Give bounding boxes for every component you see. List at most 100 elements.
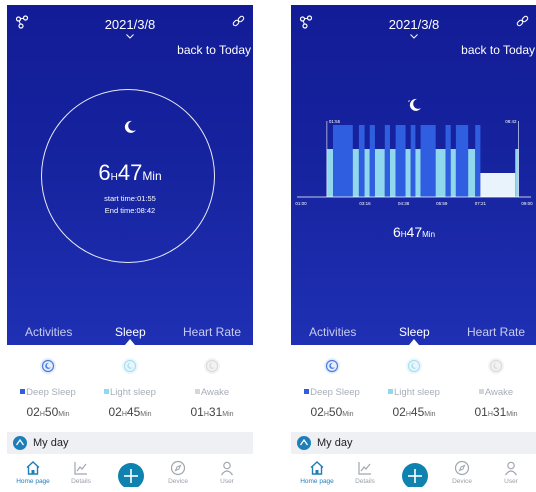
section-tabs: Activities Sleep Heart Rate — [7, 319, 253, 345]
plus-icon — [124, 469, 138, 483]
duration-hours-unit: H — [110, 172, 118, 183]
deep-sleep-label: Deep Sleep — [7, 387, 89, 398]
nav-device[interactable]: Device — [442, 454, 482, 487]
sleep-duration: 6H47Min — [7, 160, 253, 186]
awake-label: Awake — [455, 387, 536, 398]
start-time-label: start time:01:55 — [104, 194, 156, 203]
sleep-stats: Deep Sleep 02H50Min Light sleep 02H45Min… — [291, 345, 536, 429]
duration-minutes: 47 — [117, 160, 143, 185]
sleep-bar-deep — [369, 125, 375, 197]
deep-sleep-value: 02H50Min — [7, 403, 89, 421]
light-sleep-label: Light sleep — [373, 387, 455, 398]
light-sleep-minutes: 45 — [126, 405, 141, 419]
phone-screen-chart-view: 2021/3/8 back to Today z 01:55 08:42 01:00… — [291, 5, 536, 487]
deep-sleep-swatch — [304, 389, 310, 394]
add-button[interactable] — [118, 463, 144, 487]
awake-swatch — [478, 389, 484, 394]
tab-activities[interactable]: Activities — [25, 325, 72, 339]
sleep-bar-awake — [480, 173, 516, 197]
duration-hours: 6 — [392, 224, 401, 240]
awake-label: Awake — [171, 387, 253, 398]
awake-minutes-unit: Min — [506, 411, 518, 418]
sleep-bar-light — [352, 149, 359, 197]
add-button[interactable] — [402, 463, 428, 487]
user-icon — [505, 461, 517, 476]
nav-home[interactable]: Home page — [13, 454, 53, 487]
sleep-bar-light — [326, 149, 334, 197]
tab-heart-rate[interactable]: Heart Rate — [183, 325, 241, 339]
light-sleep-swatch — [104, 389, 110, 394]
date-selector[interactable]: 2021/3/8 — [291, 17, 536, 32]
sleep-bar-deep — [410, 125, 416, 197]
light-sleep-label-text: Light sleep — [394, 387, 440, 398]
sleep-stage-chart: 01:55 08:42 01:00 03:16 04:38 05:59 07:21 09:00 — [295, 119, 533, 206]
deep-sleep-hours: 02 — [26, 405, 40, 419]
my-day-icon — [297, 436, 311, 450]
chevron-down-icon[interactable] — [126, 34, 134, 39]
light-sleep-minutes: 45 — [410, 405, 425, 419]
awake-minutes: 31 — [492, 405, 507, 419]
link-icon[interactable] — [232, 15, 245, 28]
sleep-bar-light — [415, 149, 421, 197]
x-tick-label: 03:16 — [359, 201, 371, 206]
awake-hours: 01 — [474, 405, 488, 419]
nav-details-label: Details — [71, 478, 91, 485]
awake-hours: 01 — [190, 405, 204, 419]
nav-user[interactable]: User — [491, 454, 531, 487]
nav-home-label: Home page — [300, 478, 334, 485]
awake-value: 01H31Min — [455, 403, 536, 421]
date-selector[interactable]: 2021/3/8 — [7, 17, 253, 32]
my-day-icon — [13, 436, 27, 450]
nav-home[interactable]: Home page — [297, 454, 337, 487]
nav-device[interactable]: Device — [158, 454, 198, 487]
light-sleep-minutes-unit: Min — [424, 411, 436, 418]
deep-sleep-label: Deep Sleep — [291, 387, 373, 398]
sleep-bar-light — [405, 149, 411, 197]
sleep-bar-deep — [455, 125, 469, 197]
sleep-bar-deep — [384, 125, 390, 197]
deep-sleep-hours: 02 — [310, 405, 324, 419]
tab-activities[interactable]: Activities — [309, 325, 356, 339]
deep-sleep-minutes: 50 — [44, 405, 59, 419]
nav-user-label: User — [504, 478, 518, 485]
home-icon — [310, 461, 324, 475]
light-sleep-value: 02H45Min — [373, 403, 455, 421]
my-day-label: My day — [33, 437, 69, 449]
sleep-bar-deep — [358, 125, 365, 197]
nav-device-label: Device — [452, 478, 472, 485]
x-tick-label: 07:21 — [475, 201, 487, 206]
nav-details[interactable]: Details — [345, 454, 385, 487]
sleep-bar-light — [364, 149, 370, 197]
phone-screen-circle-view: 2021/3/8 back to Today 6H47Min start tim… — [7, 5, 253, 487]
tab-heart-rate[interactable]: Heart Rate — [467, 325, 525, 339]
deep-sleep-minutes-unit: Min — [58, 411, 70, 418]
link-icon[interactable] — [516, 15, 529, 28]
nav-details[interactable]: Details — [61, 454, 101, 487]
moon-icon — [124, 120, 136, 133]
duration-minutes-unit: Min — [142, 169, 162, 183]
chevron-down-icon[interactable] — [410, 34, 418, 39]
tab-sleep[interactable]: Sleep — [399, 325, 430, 339]
deep-sleep-icon — [324, 358, 340, 374]
sleep-bar-light — [468, 149, 476, 197]
nav-user[interactable]: User — [207, 454, 247, 487]
my-day-bar[interactable]: My day — [7, 432, 253, 454]
top-bar: 2021/3/8 — [7, 5, 253, 45]
my-day-bar[interactable]: My day — [291, 432, 536, 454]
my-day-label: My day — [317, 437, 353, 449]
x-tick-label: 01:00 — [295, 201, 307, 206]
back-to-today-button[interactable]: back to Today — [177, 43, 251, 57]
awake-icon — [204, 358, 220, 374]
sleep-bar-deep — [420, 125, 436, 197]
awake-minutes: 31 — [208, 405, 223, 419]
sleep-bar-light — [515, 149, 519, 197]
back-to-today-button[interactable]: back to Today — [461, 43, 535, 57]
nav-device-label: Device — [168, 478, 188, 485]
chart-icon — [74, 462, 87, 475]
compass-icon — [170, 460, 186, 476]
x-tick-label: 09:00 — [521, 201, 533, 206]
tab-sleep[interactable]: Sleep — [115, 325, 146, 339]
light-sleep-label-text: Light sleep — [110, 387, 156, 398]
awake-label-text: Awake — [200, 387, 230, 398]
awake-label-text: Awake — [484, 387, 514, 398]
